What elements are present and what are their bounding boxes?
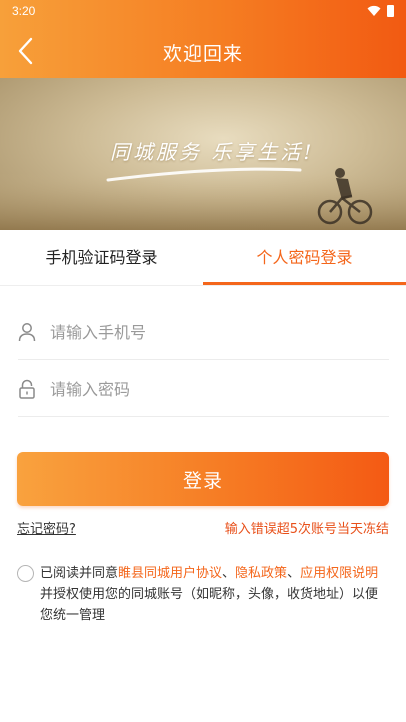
status-bar: 3:20 [0, 0, 406, 24]
agreement-separator: 、 [222, 566, 236, 581]
agreement-separator: 、 [287, 566, 301, 581]
phone-input[interactable] [50, 314, 380, 350]
password-input[interactable] [50, 371, 380, 407]
tab-password-login[interactable]: 个人密码登录 [203, 230, 406, 286]
banner-image: 同城服务 乐享生活! [0, 78, 406, 230]
password-field [18, 361, 389, 417]
login-tabs: 手机验证码登录 个人密码登录 [0, 230, 406, 286]
lock-icon [19, 379, 35, 399]
page-title: 欢迎回来 [162, 43, 243, 65]
agreement-text: 已阅读并同意睢县同城用户协议、隐私政策、应用权限说明并授权使用您的同城账号（如昵… [40, 563, 389, 626]
user-agreement-link[interactable]: 睢县同城用户协议 [118, 566, 222, 581]
header: 欢迎回来 [0, 24, 406, 78]
agreement-prefix: 已阅读并同意 [40, 566, 119, 581]
status-icons [367, 5, 394, 17]
agreement-radio[interactable] [17, 565, 34, 582]
forgot-password-link[interactable]: 忘记密码? [17, 518, 76, 537]
login-button[interactable]: 登录 [17, 452, 389, 506]
freeze-notice: 输入错误超5次账号当天冻结 [224, 522, 389, 537]
banner-slogan: 同城服务 乐享生活! [110, 140, 315, 164]
phone-field [18, 304, 389, 360]
permission-explanation-link[interactable]: 应用权限说明 [300, 566, 378, 581]
user-icon [18, 323, 36, 342]
privacy-policy-link[interactable]: 隐私政策 [235, 566, 287, 581]
wifi-icon [367, 5, 381, 16]
status-time: 3:20 [12, 4, 36, 18]
battery-icon [387, 5, 394, 17]
agreement-suffix: 并授权使用您的同城账号（如昵称，头像，收货地址）以便您统一管理 [40, 587, 379, 623]
active-tab-indicator [203, 282, 406, 285]
tab-sms-login[interactable]: 手机验证码登录 [0, 230, 203, 286]
